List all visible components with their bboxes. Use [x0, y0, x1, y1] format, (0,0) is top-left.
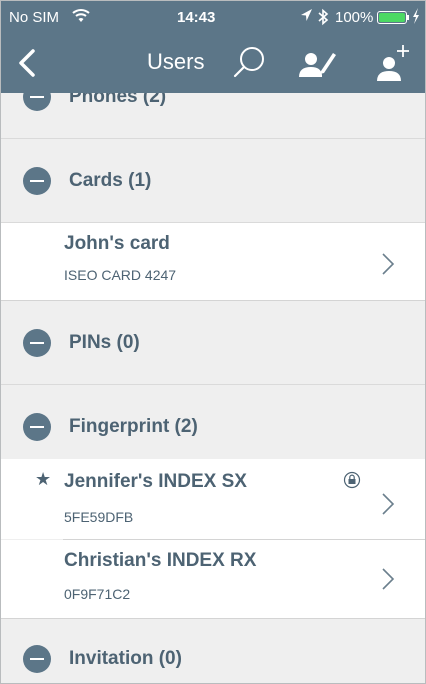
carrier-label: No SIM	[9, 9, 60, 26]
item-name: Christian's INDEX RX	[64, 550, 257, 571]
navigation-bar: Users	[1, 37, 425, 93]
add-user-icon[interactable]	[371, 41, 415, 85]
section-label: Phones (2)	[69, 93, 167, 107]
clock: 14:43	[177, 9, 216, 26]
section-label: PINs (0)	[69, 332, 140, 353]
section-cards[interactable]: Cards (1)	[1, 139, 425, 223]
item-name: Jennifer's INDEX SX	[64, 471, 247, 492]
collapse-minus-icon[interactable]	[23, 329, 51, 357]
charging-bolt-icon	[413, 8, 419, 24]
item-detail: ISEO CARD 4247	[64, 267, 177, 283]
item-detail: 5FE59DFB	[64, 509, 134, 525]
top-bar: No SIM 14:43 100% Users	[1, 1, 425, 93]
search-icon[interactable]	[231, 43, 269, 81]
status-bar: No SIM 14:43 100%	[1, 1, 425, 37]
chevron-right-icon	[382, 568, 395, 590]
collapse-minus-icon[interactable]	[23, 167, 51, 195]
section-phones[interactable]: Phones (2)	[1, 93, 425, 139]
lock-icon	[343, 471, 361, 489]
section-invitation[interactable]: Invitation (0)	[1, 619, 425, 683]
wifi-icon	[72, 9, 90, 22]
chevron-right-icon	[382, 253, 395, 275]
phone-screen: No SIM 14:43 100% Users Phones (2) Cards…	[0, 0, 426, 684]
location-arrow-icon	[301, 9, 312, 21]
edit-user-icon[interactable]	[295, 43, 339, 83]
section-label: Cards (1)	[69, 170, 152, 191]
item-name: John's card	[64, 233, 170, 254]
battery-percent: 100%	[335, 9, 374, 26]
battery-tip	[407, 15, 409, 20]
section-pins[interactable]: PINs (0)	[1, 301, 425, 385]
item-detail: 0F9F71C2	[64, 586, 131, 602]
section-label: Invitation (0)	[69, 648, 182, 669]
bluetooth-icon	[318, 8, 329, 26]
section-fingerprint[interactable]: Fingerprint (2)	[1, 385, 425, 469]
collapse-minus-icon[interactable]	[23, 645, 51, 673]
page-title: Users	[147, 49, 205, 74]
list-item-fingerprint[interactable]: Christian's INDEX RX 0F9F71C2	[1, 540, 425, 619]
chevron-right-icon	[382, 493, 395, 515]
section-label: Fingerprint (2)	[69, 416, 198, 437]
collapse-minus-icon[interactable]	[23, 93, 51, 111]
collapse-minus-icon[interactable]	[23, 413, 51, 441]
back-chevron-icon[interactable]	[11, 43, 47, 83]
user-credentials-list[interactable]: Phones (2) Cards (1) John's card ISEO CA…	[1, 93, 425, 683]
star-icon: ★	[35, 469, 52, 489]
list-item-fingerprint[interactable]: ★ Jennifer's INDEX SX 5FE59DFB	[1, 459, 425, 539]
battery-icon	[377, 11, 407, 24]
list-item-card[interactable]: John's card ISEO CARD 4247	[1, 223, 425, 301]
